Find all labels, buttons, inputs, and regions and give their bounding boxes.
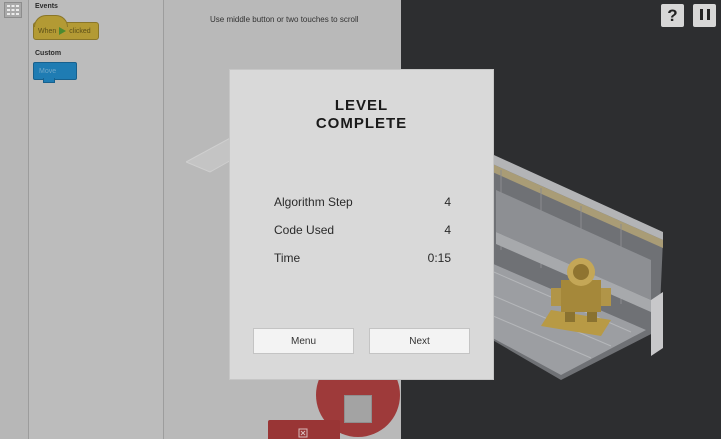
block-palette: Events When clicked Custom Move	[29, 0, 164, 439]
menu-button[interactable]: Menu	[253, 328, 354, 354]
move-block-label: Move	[39, 68, 57, 75]
dialog-title-line2: COMPLETE	[315, 115, 408, 132]
grid-icon	[7, 5, 19, 15]
block-when-text: When	[38, 27, 57, 35]
grid-menu-button[interactable]	[4, 2, 22, 18]
stop-icon	[344, 395, 372, 423]
level-complete-dialog: LEVEL COMPLETE Algorithm Step 4 Code Use…	[229, 69, 494, 380]
trash-icon	[298, 428, 308, 438]
left-rail	[0, 0, 29, 439]
stat-value: 0:15	[427, 251, 451, 265]
stat-label: Time	[274, 251, 301, 265]
scroll-hint: Use middle button or two touches to scro…	[210, 15, 359, 24]
trash-tab[interactable]	[268, 420, 340, 439]
stat-value: 4	[444, 195, 451, 209]
category-events-label: Events	[35, 3, 58, 10]
dialog-title-line1: LEVEL	[334, 97, 389, 114]
stat-label: Code Used	[274, 223, 335, 237]
next-button[interactable]: Next	[369, 328, 470, 354]
question-mark-icon: ?	[667, 5, 678, 25]
pause-icon	[698, 7, 712, 25]
when-flag-clicked-block[interactable]: When clicked	[33, 15, 99, 40]
block-hat	[34, 15, 68, 27]
dialog-title: LEVEL COMPLETE	[230, 97, 493, 133]
green-flag-icon	[59, 27, 67, 35]
stat-label: Algorithm Step	[274, 195, 353, 209]
stat-value: 4	[444, 223, 451, 237]
block-clicked-text: clicked	[69, 27, 91, 35]
move-block[interactable]: Move	[33, 62, 77, 83]
pause-button[interactable]	[693, 4, 716, 27]
category-custom-label: Custom	[35, 50, 62, 57]
help-button[interactable]: ?	[661, 4, 684, 27]
